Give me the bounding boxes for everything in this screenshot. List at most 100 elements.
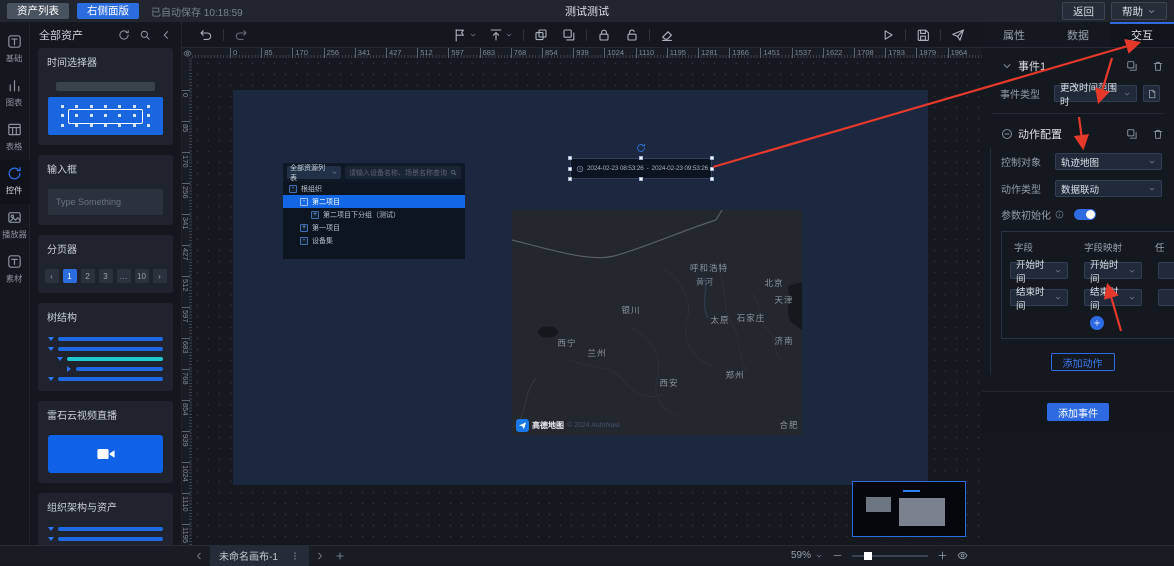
tree-node[interactable]: -根组织: [283, 182, 465, 195]
action-type-select[interactable]: 数据联动: [1055, 180, 1162, 197]
rail-item-6[interactable]: 素材: [0, 248, 30, 292]
asset-card[interactable]: 输入框Type Something: [38, 155, 173, 225]
expander-icon[interactable]: -: [300, 237, 308, 245]
control-object-select[interactable]: 轨迹地图: [1055, 153, 1162, 170]
rail-item-1[interactable]: 基础: [0, 28, 30, 72]
copy-event-icon[interactable]: [1126, 60, 1138, 72]
next-page-icon[interactable]: [315, 551, 325, 561]
resize-handle[interactable]: [568, 167, 572, 171]
mapping-select-2[interactable]: 结束时间: [1084, 289, 1142, 306]
resize-handle[interactable]: [568, 156, 572, 160]
duplicate-icon[interactable]: [562, 28, 576, 42]
page-button[interactable]: ‹: [45, 269, 59, 283]
canvas-viewport[interactable]: 全部资源列表 请输入设备名称、场景名称查询 -根组织-第二项目+第二项目下分组（…: [192, 58, 982, 545]
rail-item-4[interactable]: 控件: [0, 160, 30, 204]
eraser-icon[interactable]: [660, 28, 674, 42]
event-type-select[interactable]: 更改时间范围时: [1054, 85, 1137, 102]
tree-node[interactable]: -设备集: [283, 234, 465, 247]
collapse-panel-icon[interactable]: [160, 29, 172, 41]
field-select-1[interactable]: 开始时间: [1010, 262, 1068, 279]
preview-play-icon[interactable]: [881, 28, 895, 42]
end-time-value[interactable]: 2024-02-23 09:53:26: [652, 165, 709, 172]
resize-handle[interactable]: [568, 177, 572, 181]
asset-card[interactable]: 组织架构与资产: [38, 493, 173, 545]
expander-icon[interactable]: +: [300, 224, 308, 232]
rail-item-2[interactable]: 图表: [0, 72, 30, 116]
group-icon[interactable]: [534, 28, 548, 42]
tree-node[interactable]: +第一项目: [283, 221, 465, 234]
rotate-handle-icon[interactable]: [636, 143, 646, 153]
back-button[interactable]: 返回: [1062, 2, 1105, 20]
add-mapping-row-button[interactable]: [1090, 316, 1104, 330]
page-button[interactable]: 3: [99, 269, 113, 283]
zoom-out-icon[interactable]: [832, 550, 843, 561]
tree-widget[interactable]: 全部资源列表 请输入设备名称、场景名称查询 -根组织-第二项目+第二项目下分组（…: [283, 163, 465, 259]
lock-icon[interactable]: [597, 28, 611, 42]
tree-node[interactable]: -第二项目: [283, 195, 465, 208]
zoom-slider[interactable]: [852, 555, 928, 557]
asset-card[interactable]: 树结构: [38, 303, 173, 391]
page-menu-icon[interactable]: [290, 551, 300, 561]
expander-icon[interactable]: +: [311, 211, 319, 219]
rail-item-3[interactable]: 表格: [0, 116, 30, 160]
unlock-icon[interactable]: [625, 28, 639, 42]
event-script-button[interactable]: [1143, 85, 1160, 102]
resize-handle[interactable]: [639, 177, 643, 181]
resize-handle[interactable]: [710, 167, 714, 171]
collapse-event-icon[interactable]: [1001, 60, 1013, 72]
tab-交互[interactable]: 交互: [1110, 22, 1174, 47]
extra-select-2[interactable]: [1158, 289, 1174, 306]
copy-action-icon[interactable]: [1126, 128, 1138, 140]
tab-数据[interactable]: 数据: [1046, 22, 1110, 47]
tree-node[interactable]: +第二项目下分组（测试）: [283, 208, 465, 221]
page-button[interactable]: 1: [63, 269, 77, 283]
right-panel-button[interactable]: 右侧面版: [77, 3, 139, 19]
undo-icon[interactable]: [199, 28, 213, 42]
extra-select-1[interactable]: [1158, 262, 1174, 279]
add-event-button[interactable]: 添加事件: [1047, 403, 1109, 421]
expander-icon[interactable]: -: [289, 185, 297, 193]
flag-dropdown[interactable]: [453, 28, 479, 42]
rail-item-5[interactable]: 播放器: [0, 204, 30, 248]
time-range-picker[interactable]: 2024-02-23 08:53:26 - 2024-02-23 09:53:2…: [570, 158, 712, 179]
delete-action-icon[interactable]: [1152, 128, 1164, 140]
mapping-select-1[interactable]: 开始时间: [1084, 262, 1142, 279]
resource-type-select[interactable]: 全部资源列表: [287, 166, 341, 179]
collapse-action-icon[interactable]: [1001, 128, 1013, 140]
resize-handle[interactable]: [710, 156, 714, 160]
asset-card[interactable]: 雷石云视频直播: [38, 401, 173, 483]
eye-icon[interactable]: [183, 49, 192, 58]
zoom-in-icon[interactable]: [937, 550, 948, 561]
add-page-icon[interactable]: [335, 551, 345, 561]
search-icon[interactable]: [139, 29, 151, 41]
prev-page-icon[interactable]: [194, 551, 204, 561]
page-button[interactable]: 2: [81, 269, 95, 283]
param-init-toggle[interactable]: [1074, 209, 1096, 220]
expander-icon[interactable]: -: [300, 198, 308, 206]
input-preview[interactable]: Type Something: [48, 189, 163, 215]
page-button[interactable]: …: [117, 269, 131, 283]
resize-handle[interactable]: [710, 177, 714, 181]
asset-card[interactable]: 时间选择器: [38, 48, 173, 145]
field-select-2[interactable]: 结束时间: [1010, 289, 1068, 306]
asset-list-button[interactable]: 资产列表: [7, 3, 69, 19]
asset-card[interactable]: 分页器‹123…10›: [38, 235, 173, 293]
tab-属性[interactable]: 属性: [982, 22, 1046, 47]
save-icon[interactable]: [916, 28, 930, 42]
page-button[interactable]: 10: [135, 269, 149, 283]
start-time-value[interactable]: 2024-02-23 08:53:26: [587, 165, 644, 172]
redo-icon[interactable]: [234, 28, 248, 42]
help-button[interactable]: 帮助: [1111, 2, 1167, 20]
minimap[interactable]: [852, 481, 966, 537]
device-search-input[interactable]: 请输入设备名称、场景名称查询: [345, 166, 461, 179]
zoom-level-select[interactable]: 59%: [791, 550, 823, 561]
canvas-page-tab[interactable]: 未命名画布-1: [210, 546, 309, 566]
resize-handle[interactable]: [639, 156, 643, 160]
map-widget[interactable]: 呼和浩特黄河北京天津银川太原石家庄西宁兰州济南郑州西安合肥 高德地图 © 202…: [512, 210, 802, 435]
zoom-slider-handle[interactable]: [864, 552, 872, 560]
publish-icon[interactable]: [951, 28, 965, 42]
preview-eye-icon[interactable]: [957, 550, 968, 561]
add-action-button[interactable]: 添加动作: [1051, 353, 1115, 371]
align-dropdown[interactable]: [489, 28, 515, 42]
refresh-icon[interactable]: [118, 29, 130, 41]
